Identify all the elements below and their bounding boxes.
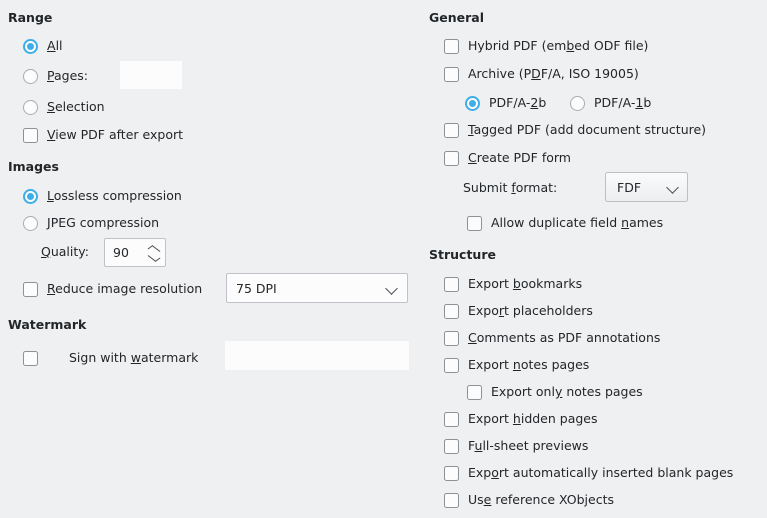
checkbox-sign-with-watermark[interactable]: Sign with watermark xyxy=(23,348,198,368)
chevron-down-icon[interactable] xyxy=(667,181,679,193)
submit-format-value: FDF xyxy=(617,179,642,195)
submit-format-combobox[interactable]: FDF xyxy=(605,172,688,202)
export-only-notes-checkbox-indicator[interactable] xyxy=(467,384,482,400)
hybrid-pdf-label: Hybrid PDF (embed ODF file) xyxy=(468,38,649,53)
radio-pdfa-2b[interactable]: PDF/A-2b xyxy=(465,93,546,113)
tagged-pdf-checkbox-indicator[interactable] xyxy=(444,122,459,138)
radio-all-indicator[interactable] xyxy=(23,38,38,54)
radio-pages-indicator[interactable] xyxy=(23,68,38,84)
export-hidden-pages-checkbox-indicator[interactable] xyxy=(444,411,459,427)
radio-pdfa-1b-indicator[interactable] xyxy=(570,95,585,111)
checkbox-export-placeholders[interactable]: Export placeholders xyxy=(444,301,593,321)
export-blank-pages-checkbox-indicator[interactable] xyxy=(444,465,459,481)
left-column: Range All Pages: Selection View PDF afte… xyxy=(0,0,425,518)
export-bookmarks-checkbox-indicator[interactable] xyxy=(444,276,459,292)
export-notes-pages-checkbox-indicator[interactable] xyxy=(444,357,459,373)
export-bookmarks-label: Export bookmarks xyxy=(468,276,583,291)
checkbox-use-reference-xobjects[interactable]: Use reference XObjects xyxy=(444,490,614,510)
radio-lossless-compression[interactable]: Lossless compression xyxy=(23,186,182,206)
checkbox-export-hidden-pages[interactable]: Export hidden pages xyxy=(444,409,598,429)
range-group-title: Range xyxy=(8,10,53,25)
checkbox-create-pdf-form[interactable]: Create PDF form xyxy=(444,148,571,168)
watermark-group-title: Watermark xyxy=(8,317,87,332)
radio-selection-indicator[interactable] xyxy=(23,99,38,115)
quality-spinbox[interactable]: 90 xyxy=(104,238,166,267)
comments-annotations-checkbox-indicator[interactable] xyxy=(444,330,459,346)
sign-watermark-label: Sign with watermark xyxy=(69,350,199,365)
checkbox-comments-as-pdf-annotations[interactable]: Comments as PDF annotations xyxy=(444,328,660,348)
radio-jpeg-label: JPEG compression xyxy=(47,215,160,230)
checkbox-export-only-notes-pages[interactable]: Export only notes pages xyxy=(467,382,643,402)
radio-pdfa-2b-indicator[interactable] xyxy=(465,95,480,111)
radio-range-selection[interactable]: Selection xyxy=(23,97,105,117)
checkbox-tagged-pdf[interactable]: Tagged PDF (add document structure) xyxy=(444,120,706,140)
comments-annotations-label: Comments as PDF annotations xyxy=(468,330,661,345)
checkbox-reduce-image-resolution[interactable]: Reduce image resolution xyxy=(23,279,202,299)
checkbox-view-pdf-after-export[interactable]: View PDF after export xyxy=(23,125,183,145)
full-sheet-previews-checkbox-indicator[interactable] xyxy=(444,438,459,454)
use-reference-xobjects-label: Use reference XObjects xyxy=(468,492,614,507)
use-reference-xobjects-checkbox-indicator[interactable] xyxy=(444,492,459,508)
view-pdf-label: View PDF after export xyxy=(47,127,184,142)
export-placeholders-checkbox-indicator[interactable] xyxy=(444,303,459,319)
radio-selection-label: Selection xyxy=(47,99,105,114)
radio-jpeg-indicator[interactable] xyxy=(23,215,38,231)
spinner-up-down-icon[interactable] xyxy=(147,244,161,262)
reduce-resolution-label: Reduce image resolution xyxy=(47,281,203,296)
export-hidden-pages-label: Export hidden pages xyxy=(468,411,598,426)
radio-pdfa-1b-label: PDF/A-1b xyxy=(594,95,652,110)
dpi-value: 75 DPI xyxy=(236,280,277,296)
submit-format-label: Submit format: xyxy=(463,180,558,195)
create-pdf-form-checkbox-indicator[interactable] xyxy=(444,150,459,166)
archive-pdfa-checkbox-indicator[interactable] xyxy=(444,66,459,82)
checkbox-allow-duplicate-field-names[interactable]: Allow duplicate field names xyxy=(467,213,663,233)
full-sheet-previews-label: Full-sheet previews xyxy=(468,438,589,453)
export-notes-pages-label: Export notes pages xyxy=(468,357,590,372)
checkbox-full-sheet-previews[interactable]: Full-sheet previews xyxy=(444,436,588,456)
radio-all-label: All xyxy=(47,38,63,53)
radio-lossless-indicator[interactable] xyxy=(23,188,38,204)
general-group-title: General xyxy=(429,10,484,25)
checkbox-export-blank-pages[interactable]: Export automatically inserted blank page… xyxy=(444,463,733,483)
pages-input[interactable] xyxy=(120,61,182,89)
radio-range-pages[interactable]: Pages: xyxy=(23,66,88,86)
radio-pdfa-2b-label: PDF/A-2b xyxy=(489,95,547,110)
export-blank-pages-label: Export automatically inserted blank page… xyxy=(468,465,734,480)
checkbox-export-notes-pages[interactable]: Export notes pages xyxy=(444,355,589,375)
export-placeholders-label: Export placeholders xyxy=(468,303,593,318)
tagged-pdf-label: Tagged PDF (add document structure) xyxy=(468,122,707,137)
checkbox-hybrid-pdf[interactable]: Hybrid PDF (embed ODF file) xyxy=(444,36,648,56)
checkbox-archive-pdfa[interactable]: Archive (PDF/A, ISO 19005) xyxy=(444,64,639,84)
radio-pdfa-1b[interactable]: PDF/A-1b xyxy=(570,93,651,113)
view-pdf-checkbox-indicator[interactable] xyxy=(23,127,38,143)
archive-pdfa-label: Archive (PDF/A, ISO 19005) xyxy=(468,66,639,81)
chevron-down-icon[interactable] xyxy=(386,282,398,294)
allow-duplicate-checkbox-indicator[interactable] xyxy=(467,215,482,231)
radio-lossless-label: Lossless compression xyxy=(47,188,182,203)
images-group-title: Images xyxy=(8,159,59,174)
quality-value: 90 xyxy=(113,245,129,260)
structure-group-title: Structure xyxy=(429,247,496,262)
quality-label: Quality: xyxy=(41,244,89,259)
radio-range-all[interactable]: All xyxy=(23,36,63,56)
radio-jpeg-compression[interactable]: JPEG compression xyxy=(23,213,159,233)
hybrid-pdf-checkbox-indicator[interactable] xyxy=(444,38,459,54)
reduce-resolution-checkbox-indicator[interactable] xyxy=(23,281,38,297)
dpi-combobox[interactable]: 75 DPI xyxy=(226,273,408,303)
watermark-text-input[interactable] xyxy=(225,341,409,370)
right-column: General Hybrid PDF (embed ODF file) Arch… xyxy=(425,0,767,518)
radio-pages-label: Pages: xyxy=(47,68,88,83)
export-only-notes-label: Export only notes pages xyxy=(491,384,643,399)
checkbox-export-bookmarks[interactable]: Export bookmarks xyxy=(444,274,582,294)
sign-watermark-checkbox-indicator[interactable] xyxy=(23,350,38,366)
create-pdf-form-label: Create PDF form xyxy=(468,150,571,165)
allow-duplicate-label: Allow duplicate field names xyxy=(491,215,664,230)
